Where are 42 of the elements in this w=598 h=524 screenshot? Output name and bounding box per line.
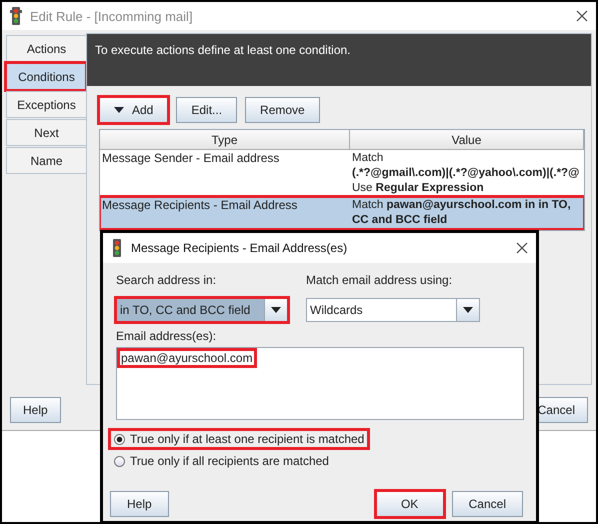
close-icon[interactable] bbox=[516, 242, 528, 254]
value-line: (.*?@gmail\.com)|(.*?@yahoo\.com)|(.*?@ bbox=[352, 166, 580, 181]
field-label: Email address(es): bbox=[116, 329, 218, 343]
value-line: Use Regular Expression bbox=[352, 181, 485, 196]
dialog-title: Message Recipients - Email Address(es) bbox=[131, 241, 348, 255]
close-icon[interactable] bbox=[576, 10, 588, 22]
tab[interactable]: Conditions bbox=[6, 63, 86, 90]
value-line: Match bbox=[352, 151, 384, 166]
banner-text: To execute actions define at least one condition. bbox=[95, 43, 351, 57]
radio-button[interactable] bbox=[114, 456, 125, 466]
email-input-field[interactable]: pawan@ayurschool.com bbox=[116, 347, 524, 420]
toolbar-button[interactable]: Edit... bbox=[176, 97, 238, 123]
dialog-button[interactable]: OK bbox=[376, 491, 444, 517]
traffic-light-icon bbox=[10, 7, 22, 25]
value-line: CC and BCC field bbox=[352, 213, 448, 228]
toolbar-button[interactable]: Remove bbox=[245, 97, 320, 123]
footer-button[interactable]: Help bbox=[10, 397, 61, 423]
table-cell: Message Sender - Email address bbox=[102, 151, 280, 165]
field-label: Search address in: bbox=[116, 273, 218, 287]
tab[interactable]: Next bbox=[6, 119, 86, 146]
caret-icon bbox=[463, 307, 473, 313]
table-row[interactable]: Message Recipients - Email Address Match pawan@ayurschool.com in in TO, CC and BCC field bbox=[100, 197, 584, 229]
traffic-light-icon bbox=[111, 239, 123, 257]
dialog-button[interactable]: Help bbox=[110, 491, 169, 517]
table-cell: Message Recipients - Email Address bbox=[102, 198, 298, 212]
caret-icon bbox=[114, 107, 124, 113]
column-header[interactable]: Value bbox=[350, 130, 584, 149]
tab[interactable]: Name bbox=[6, 147, 86, 174]
radio-option[interactable]: True only if all recipients are matched bbox=[110, 452, 333, 470]
radio-button[interactable] bbox=[114, 434, 125, 444]
field-label: Match email address using: bbox=[306, 273, 454, 287]
match-dropdown[interactable]: Wildcards bbox=[306, 298, 480, 322]
search-dropdown[interactable]: in TO, CC and BCC field bbox=[116, 298, 288, 322]
column-header[interactable]: Type bbox=[100, 130, 350, 149]
tab[interactable]: Exceptions bbox=[6, 91, 86, 118]
value-line: Match pawan@ayurschool.com in in TO, bbox=[352, 198, 572, 213]
window-title: Edit Rule - [Incomming mail] bbox=[30, 8, 194, 24]
toolbar-button[interactable]: Add bbox=[99, 97, 168, 123]
radio-option[interactable]: True only if at least one recipient is matched bbox=[110, 430, 368, 448]
dialog-button[interactable]: Cancel bbox=[452, 491, 523, 517]
tab[interactable]: Actions bbox=[6, 35, 86, 62]
caret-icon bbox=[271, 307, 281, 313]
